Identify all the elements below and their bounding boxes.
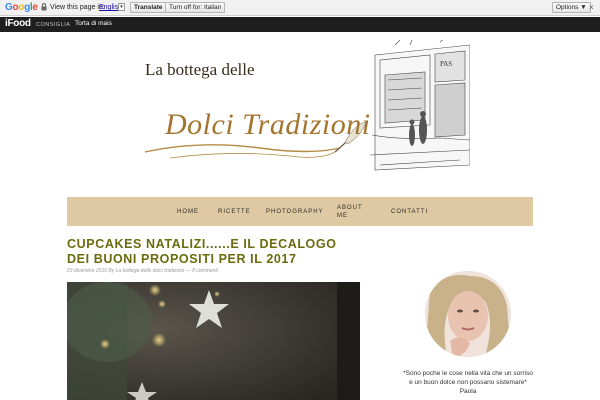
post-title[interactable]: CUPCAKES NATALIZI......E IL DECALOGO DEI…	[67, 237, 357, 267]
banner-title-line1: La bottega delle	[145, 60, 255, 79]
svg-text:PAS: PAS	[440, 60, 452, 68]
post-featured-image[interactable]	[67, 282, 360, 400]
nav-item-contatti[interactable]: CONTATTI	[391, 197, 428, 226]
christmas-photo	[67, 282, 360, 400]
nav-item-home[interactable]: HOME	[177, 197, 199, 226]
author-photo	[425, 271, 511, 357]
options-button[interactable]: Options ▼	[552, 2, 591, 13]
author-quote: *Sono poche le cose nella vita che un so…	[403, 370, 533, 395]
ifood-bar: iFood CONSIGLIA Torta di mais	[0, 17, 600, 32]
view-page-text: View this page in:	[50, 4, 105, 11]
ifood-consiglia: CONSIGLIA	[36, 22, 71, 28]
author-avatar	[425, 271, 511, 357]
site-header-banner[interactable]: PAS La bottega delle Dolci Tradizioni	[140, 40, 470, 175]
translate-button[interactable]: Translate	[130, 2, 167, 13]
ifood-logo[interactable]: iFood	[5, 18, 31, 29]
close-icon[interactable]: ×	[589, 3, 594, 12]
nav-item-ricette[interactable]: RICETTE	[218, 197, 251, 226]
translate-bar: Google View this page in: English ▾ Tran…	[0, 0, 600, 16]
nav-item-photography[interactable]: PHOTOGRAPHY	[266, 197, 324, 226]
main-nav: HOME RICETTE PHOTOGRAPHY ABOUT ME CONTAT…	[67, 197, 533, 226]
nav-item-about-me[interactable]: ABOUT ME	[337, 197, 362, 226]
turn-off-button[interactable]: Turn off for: Italian	[165, 2, 226, 13]
post-meta: 23 dicembre 2016 By La bottega delle dol…	[67, 268, 218, 274]
google-logo: Google	[5, 2, 38, 13]
banner-title-line2: Dolci Tradizioni	[165, 108, 371, 141]
language-dropdown-icon[interactable]: ▾	[118, 3, 125, 11]
lock-icon	[41, 3, 47, 11]
recommended-recipe-link[interactable]: Torta di mais	[75, 20, 112, 27]
